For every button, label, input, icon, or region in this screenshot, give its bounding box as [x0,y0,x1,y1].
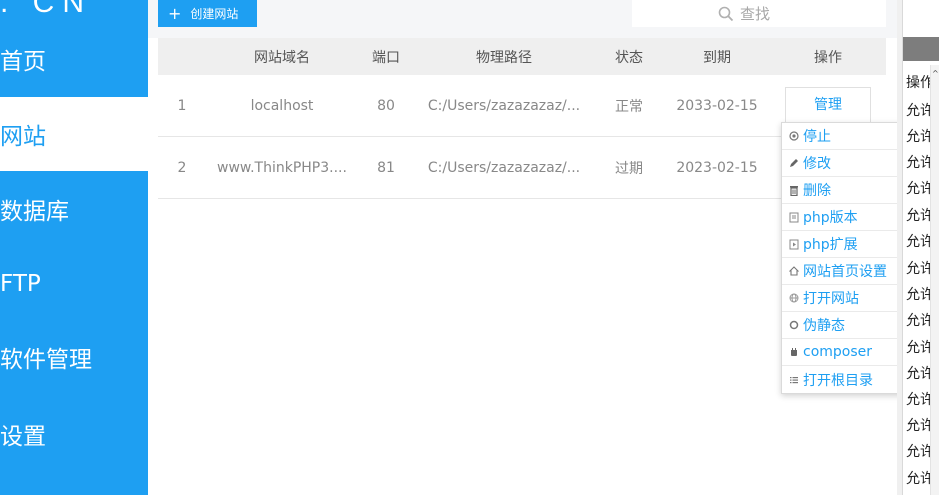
sidebar-item-software[interactable]: 软件管理 [0,320,148,394]
create-website-label: 创建网站 [190,7,239,21]
row-status: 正常 [615,98,643,115]
sidebar-item-label: 数据库 [0,199,69,225]
sidebar-item-home[interactable]: 首页 [0,22,148,96]
table-row[interactable]: 2 www.ThinkPHP3.... 81 C:/Users/zazazaza… [158,137,886,199]
pencil-icon [788,157,800,169]
create-website-button[interactable]: + 创建网站 [158,0,257,27]
app-window: . CN 首页 网站 数据库 FTP 软件管理 设置 + 创建网站 查找 网站域… [0,0,939,495]
row-path: C:/Users/zazazazaz/... [427,97,581,114]
row-domain: www.ThinkPHP3.... [217,159,347,176]
menu-item-label: 停止 [803,129,831,145]
menu-item-label: php版本 [803,210,858,226]
home-icon [788,265,800,277]
side-panel-scrollbar[interactable]: ^ [930,65,939,495]
row-port: 80 [377,97,395,114]
php-extension-icon [788,238,800,250]
menu-item-label: 打开网站 [803,291,859,307]
menu-item-label: 网站首页设置 [803,264,887,280]
menu-item-php-extension[interactable]: php扩展 [782,231,907,258]
sidebar: . CN 首页 网站 数据库 FTP 软件管理 设置 [0,0,148,495]
header-action: 操作 [814,49,842,66]
search-placeholder: 查找 [740,5,771,23]
menu-item-delete[interactable]: 删除 [782,177,907,204]
sidebar-item-database[interactable]: 数据库 [0,172,148,246]
search-icon [718,6,734,21]
side-panel-header-bar [903,37,939,61]
row-expiry: 2023-02-15 [676,159,758,176]
menu-item-composer[interactable]: composer [782,339,907,366]
toolbar: + 创建网站 查找 [148,0,897,38]
row-expiry: 2033-02-15 [676,97,758,114]
row-index: 1 [177,97,187,114]
row-port: 81 [377,159,395,176]
website-table: 网站域名 端口 物理路径 状态 到期 操作 1 localhost 80 C:/… [158,38,886,199]
plus-icon: + [168,3,182,23]
sidebar-item-label: 软件管理 [0,347,92,373]
header-port[interactable]: 端口 [358,47,414,67]
manage-dropdown-menu: 停止 修改 删除 php版本 php扩展 网站首页设置 打开网站 伪静态 com… [781,122,908,394]
rewrite-icon [788,319,800,331]
row-action: 管理 [770,87,886,124]
php-version-icon [788,211,800,223]
side-panel: 操作 允许 允许 允许 允许 允许 允许 允许 允许 允许 允许 允许 允许 允… [902,0,939,495]
menu-item-open-root[interactable]: 打开根目录 [782,366,907,393]
scroll-up-icon[interactable]: ^ [932,69,939,78]
menu-item-label: 伪静态 [803,318,845,334]
menu-item-php-version[interactable]: php版本 [782,204,907,231]
sidebar-item-label: 首页 [0,49,46,75]
menu-item-label: 删除 [803,183,831,199]
header-path[interactable]: 物理路径 [414,47,594,67]
sidebar-item-label: 设置 [0,424,46,450]
composer-icon [788,346,800,358]
table-header: 网站域名 端口 物理路径 状态 到期 操作 [158,38,886,75]
menu-item-open-website[interactable]: 打开网站 [782,285,907,312]
header-status[interactable]: 状态 [594,47,664,67]
stop-icon [788,130,800,142]
sidebar-item-label: FTP [0,271,41,297]
logo: . CN [0,0,92,19]
menu-item-label: 修改 [803,156,831,172]
menu-item-stop[interactable]: 停止 [782,123,907,150]
menu-item-homepage-settings[interactable]: 网站首页设置 [782,258,907,285]
sidebar-item-website[interactable]: 网站 [0,97,148,171]
table-row[interactable]: 1 localhost 80 C:/Users/zazazazaz/... 正常… [158,75,886,137]
menu-item-rewrite[interactable]: 伪静态 [782,312,907,339]
row-path: C:/Users/zazazazaz/... [427,159,581,176]
header-domain[interactable]: 网站域名 [206,47,358,67]
header-expiry[interactable]: 到期 [664,47,770,67]
list-icon [788,374,800,386]
trash-icon [788,184,800,196]
sidebar-item-ftp[interactable]: FTP [0,247,148,321]
menu-item-label: 打开根目录 [803,372,873,389]
menu-item-label: composer [803,344,873,360]
menu-item-label: php扩展 [803,237,858,253]
row-index: 2 [177,159,187,176]
search-input[interactable]: 查找 [632,0,886,27]
row-domain: localhost [250,97,314,114]
sidebar-item-label: 网站 [0,124,46,150]
row-status: 过期 [615,160,643,177]
globe-icon [788,292,800,304]
sidebar-item-settings[interactable]: 设置 [0,397,148,471]
menu-item-edit[interactable]: 修改 [782,150,907,177]
manage-button[interactable]: 管理 [785,87,871,124]
